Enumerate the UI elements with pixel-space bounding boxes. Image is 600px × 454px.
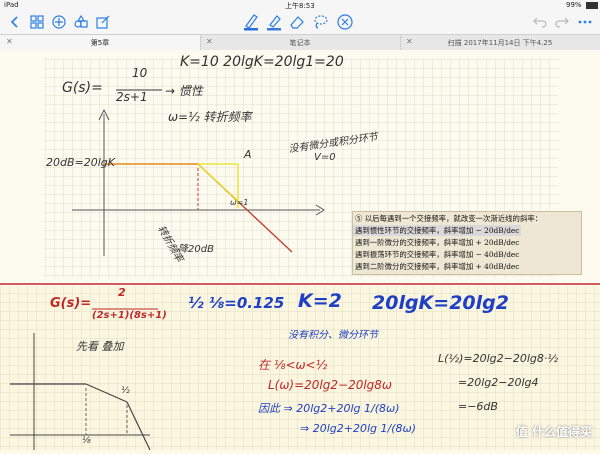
plot2-tick-eighth: ⅛ [82,436,91,446]
note-frequencies: ½ ⅛=0.125 [188,294,285,312]
device-label: iPad [4,1,19,9]
add-icon[interactable] [50,13,68,31]
grid-icon[interactable] [28,13,46,31]
note-k2-log: 20lgK=20lg2 [372,292,509,314]
eraser-icon[interactable] [288,13,306,31]
note-l-half-2: =20lg2−20lg4 [458,376,539,389]
undo-icon[interactable] [531,13,549,31]
printed-line-1: 遇到惯性环节的交接频率，斜率增加 − 20dB/dec [353,225,522,236]
note-k2: K=2 [298,290,342,312]
plot1-point-a: A [244,148,252,161]
status-bar: iPad 上午8:53 99% [0,0,600,10]
note-g2-numerator: 2 [118,286,126,299]
note-superpose: 先看 叠加 [76,340,124,353]
note-g-denominator: 2s+1 [116,90,148,104]
note-canvas[interactable]: K=10 20lgK=20lg1=20 G(s)= 10 2s+1 → 惯性 ω… [0,50,600,451]
plot1-y-label: 20dB=20lgK [46,156,115,169]
note-v-zero: V=0 [314,152,336,163]
printed-line-2: 遇到一阶微分的交接频率，斜率增加 + 20dB/dec [355,238,520,247]
note-hence-2: ⇒ 20lg2+20lg 1/(8ω) [300,422,416,435]
pasted-text-block: ⑤ 以后每遇到一个交接频率，就改变一次渐近线的斜率： 遇到惯性环节的交接频率，斜… [352,211,582,275]
printed-line-4: 遇到二阶微分的交接频率，斜率增加 + 40dB/dec [355,262,520,271]
toolbar [0,10,600,34]
watermark: 值 什么值得买 [515,425,592,439]
note-g-numerator: 10 [132,66,148,80]
tab-label: 第5章 [90,39,110,47]
tab-bar: ✕ 第5章 ✕ 笔记本 ✕ 扫描 2017年11月14日 下午4.25 [0,34,600,51]
tab-chapter5[interactable]: ✕ 第5章 [0,35,200,50]
tab-scan[interactable]: ✕ 扫描 2017年11月14日 下午4.25 [400,35,600,50]
highlighter-icon[interactable] [265,13,283,31]
lasso-icon[interactable] [311,13,329,31]
tab-label: 笔记本 [289,39,311,47]
plot1-omega-label: ω=1 [230,198,249,207]
printed-line-3: 遇到振荡环节的交接频率，斜率增加 − 40dB/dec [355,250,520,259]
note-l-half: L(½)=20lg2−20lg8·½ [438,352,559,365]
note-inertia: → 惯性 [165,84,203,98]
tab-notebook[interactable]: ✕ 笔记本 [200,35,400,50]
note-range: 在 ⅛<ω<½ [258,358,328,372]
pen-icon[interactable] [242,13,260,31]
battery-level: 99% [566,1,582,9]
back-icon[interactable] [6,13,24,31]
note-g2-function: G(s)= [50,296,92,311]
plot2-tick-half: ½ [121,386,130,396]
tab-label: 扫描 2017年11月14日 下午4.25 [447,39,553,47]
printed-title: ⑤ 以后每遇到一个交接频率，就改变一次渐近线的斜率： [355,214,543,223]
note-g-function: G(s)= [62,80,103,96]
note-l-half-3: =−6dB [458,400,498,413]
edit-icon[interactable] [94,13,112,31]
note-k-equation: K=10 20lgK=20lg1=20 [180,54,344,70]
note-drop-20db: 降20dB [178,244,214,255]
note-no-diff: 没有积分、微分环节 [288,330,378,341]
note-hence: 因此 ⇒ 20lg2+20lg 1/(8ω) [258,402,400,415]
note-l-omega: L(ω)=20lg2−20lg8ω [268,378,392,392]
redo-icon[interactable] [553,13,571,31]
shapes-icon[interactable] [72,13,90,31]
note-g2-denominator: (2s+1)(8s+1) [92,310,167,321]
delete-icon[interactable] [336,13,354,31]
note-corner-frequency: ω=½ 转折频率 [168,110,252,124]
battery-icon [586,2,598,9]
more-icon[interactable] [576,13,594,31]
